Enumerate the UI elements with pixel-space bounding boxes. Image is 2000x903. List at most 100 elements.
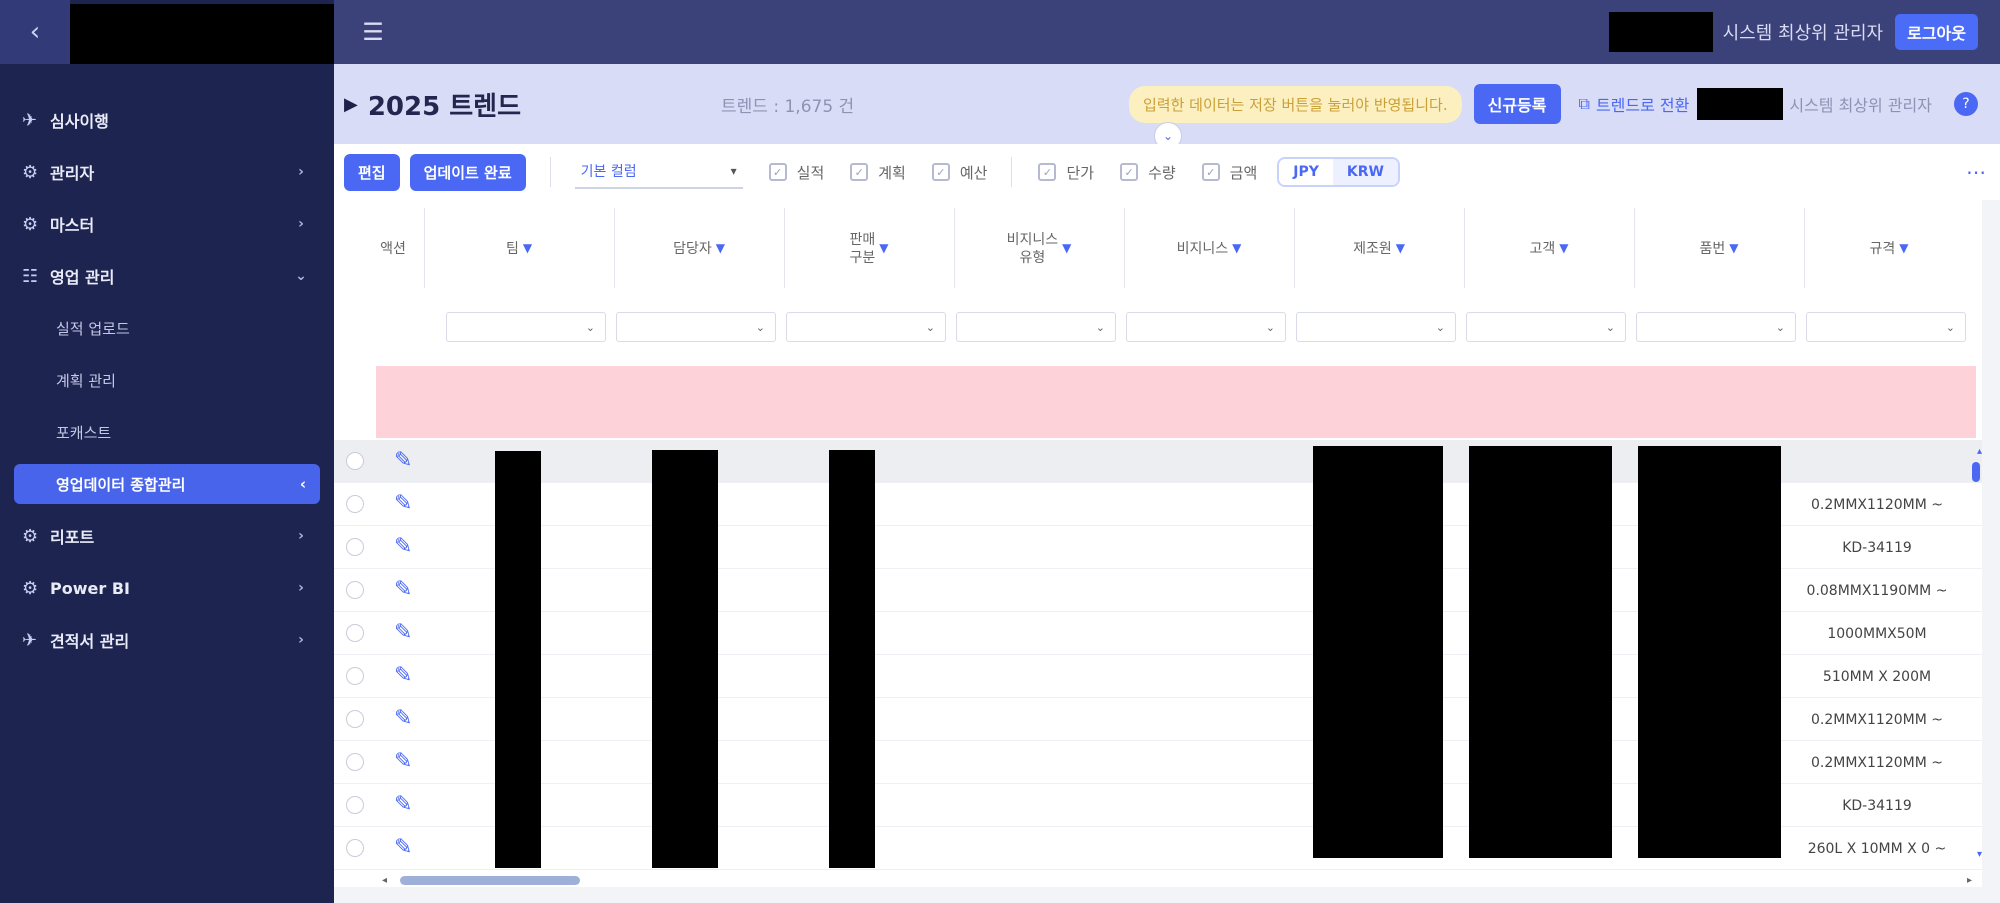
filter-icon[interactable]: ▼ <box>1396 241 1405 257</box>
scroll-down-icon[interactable]: ▾ <box>1977 849 1982 860</box>
checkbox-label: 계획 <box>878 163 906 182</box>
filter-select-business[interactable]: ⌄ <box>1126 312 1286 342</box>
column-header-customer[interactable]: 고객 ▼ <box>1464 200 1634 298</box>
sidebar-nav: ✈ 심사이행 ⚙ 관리자 › ⚙ 마스터 › ☷ 영업 관리 ⌄ 실적 업로드 <box>0 64 334 666</box>
sidebar-item-travel[interactable]: ✈ 심사이행 <box>0 94 334 146</box>
row-select-radio[interactable] <box>346 624 364 642</box>
edit-icon[interactable]: ✎ <box>394 448 412 473</box>
sidebar-item-admin[interactable]: ⚙ 관리자 › <box>0 146 334 198</box>
column-header-action[interactable]: 액션 <box>362 200 424 298</box>
currency-jpy-button[interactable]: JPY <box>1279 159 1333 185</box>
filter-select-spec[interactable]: ⌄ <box>1806 312 1966 342</box>
cell-spec: 0.08MMX1190MM ~ <box>1806 582 1948 599</box>
app-root: ‹ ✈ 심사이행 ⚙ 관리자 › ⚙ 마스터 › ☷ 영업 관리 ⌄ 실적 업로… <box>0 0 2000 903</box>
row-select-radio[interactable] <box>346 452 364 470</box>
check-icon: ✓ <box>1038 163 1057 181</box>
filter-select-customer[interactable]: ⌄ <box>1466 312 1626 342</box>
edit-icon[interactable]: ✎ <box>394 620 412 645</box>
edit-icon[interactable]: ✎ <box>394 706 412 731</box>
switch-view-link[interactable]: ⧉ 트렌드로 전환 <box>1579 92 1690 116</box>
check-icon: ✓ <box>768 163 787 181</box>
new-register-button[interactable]: 신규등록 <box>1473 84 1561 124</box>
help-icon[interactable]: ? <box>1954 92 1978 116</box>
filter-icon[interactable]: ▼ <box>716 241 725 257</box>
sidebar-item-report[interactable]: ⚙ 리포트 › <box>0 510 334 562</box>
menu-icon[interactable]: ☰ <box>348 18 398 46</box>
filter-select-manager[interactable]: ⌄ <box>616 312 776 342</box>
gear-icon: ⚙ <box>22 213 39 235</box>
scrollbar-thumb[interactable] <box>400 876 580 885</box>
vertical-scrollbar[interactable]: ▴ ▾ <box>1970 440 1982 860</box>
edit-button[interactable]: 편집 <box>344 153 400 191</box>
filter-select-sales-type[interactable]: ⌄ <box>786 312 946 342</box>
checkbox-quantity[interactable]: ✓ 수량 <box>1120 162 1176 183</box>
scroll-right-icon[interactable]: ▸ <box>1967 875 1972 886</box>
row-select-radio[interactable] <box>346 495 364 513</box>
row-select-radio[interactable] <box>346 839 364 857</box>
checkbox-unit-price[interactable]: ✓ 단가 <box>1038 162 1094 183</box>
checkbox-actual[interactable]: ✓ 실적 <box>768 162 824 183</box>
column-header-part-no[interactable]: 품번 ▼ <box>1634 200 1804 298</box>
scrollbar-thumb[interactable] <box>1972 462 1980 482</box>
filter-select-team[interactable]: ⌄ <box>446 312 606 342</box>
column-header-manufacturer[interactable]: 제조원 ▼ <box>1294 200 1464 298</box>
column-header-sales-type[interactable]: 판매 구분 ▼ <box>784 200 954 298</box>
checkbox-budget[interactable]: ✓ 예산 <box>931 162 987 183</box>
edit-icon[interactable]: ✎ <box>394 749 412 774</box>
row-select-radio[interactable] <box>346 667 364 685</box>
filter-icon[interactable]: ▼ <box>879 241 888 257</box>
edit-icon[interactable]: ✎ <box>394 534 412 559</box>
sidebar: ‹ ✈ 심사이행 ⚙ 관리자 › ⚙ 마스터 › ☷ 영업 관리 ⌄ 실적 업로… <box>0 0 334 903</box>
filter-icon[interactable]: ▼ <box>1232 241 1241 257</box>
checkbox-plan[interactable]: ✓ 계획 <box>850 162 906 183</box>
sidebar-subitem-upload[interactable]: 실적 업로드 <box>0 302 334 354</box>
sidebar-subitem-label: 계획 관리 <box>56 371 116 390</box>
checkbox-amount[interactable]: ✓ 금액 <box>1201 162 1257 183</box>
column-header-label: 팀 <box>505 240 519 257</box>
filter-icon[interactable]: ▼ <box>1729 241 1738 257</box>
sidebar-item-label: 관리자 <box>50 164 95 183</box>
more-icon[interactable]: ⋯ <box>1966 160 1986 184</box>
scroll-up-icon[interactable]: ▴ <box>1977 446 1982 457</box>
filter-select-manufacturer[interactable]: ⌄ <box>1296 312 1456 342</box>
scroll-left-icon[interactable]: ◂ <box>382 875 387 886</box>
check-icon: ✓ <box>850 163 869 181</box>
column-header-manager[interactable]: 담당자 ▼ <box>614 200 784 298</box>
edit-icon[interactable]: ✎ <box>394 792 412 817</box>
currency-krw-button[interactable]: KRW <box>1332 159 1398 185</box>
sidebar-collapse-button[interactable]: ‹ <box>0 0 70 64</box>
sidebar-item-master[interactable]: ⚙ 마스터 › <box>0 198 334 250</box>
edit-icon[interactable]: ✎ <box>394 663 412 688</box>
horizontal-scrollbar[interactable]: ◂ ▸ <box>334 873 1982 887</box>
logout-button[interactable]: 로그아웃 <box>1895 14 1978 50</box>
update-complete-button[interactable]: 업데이트 완료 <box>409 153 526 191</box>
filter-select-business-type[interactable]: ⌄ <box>956 312 1116 342</box>
edit-icon[interactable]: ✎ <box>394 835 412 860</box>
row-select-radio[interactable] <box>346 538 364 556</box>
row-select-radio[interactable] <box>346 796 364 814</box>
divider <box>424 208 425 288</box>
row-select-radio[interactable] <box>346 710 364 728</box>
filter-icon[interactable]: ▼ <box>523 241 532 257</box>
row-select-radio[interactable] <box>346 581 364 599</box>
edit-icon[interactable]: ✎ <box>394 577 412 602</box>
sidebar-item-powerbi[interactable]: ⚙ Power BI › <box>0 562 334 614</box>
filter-icon[interactable]: ▼ <box>1559 241 1568 257</box>
column-header-team[interactable]: 팀 ▼ <box>444 200 594 298</box>
sidebar-item-quote[interactable]: ✈ 견적서 관리 › <box>0 614 334 666</box>
sidebar-subitem-sales-data[interactable]: 영업데이터 종합관리 ‹ <box>14 464 320 504</box>
sidebar-subitem-plan[interactable]: 계획 관리 <box>0 354 334 406</box>
filter-icon[interactable]: ▼ <box>1062 241 1071 257</box>
column-header-business[interactable]: 비지니스 ▼ <box>1124 200 1294 298</box>
filter-select-part-no[interactable]: ⌄ <box>1636 312 1796 342</box>
column-preset-select[interactable]: 기본 컬럼 ▾ <box>574 155 743 189</box>
sidebar-item-sales[interactable]: ☷ 영업 관리 ⌄ <box>0 250 334 302</box>
checkbox-label: 단가 <box>1066 163 1095 182</box>
filter-icon[interactable]: ▼ <box>1899 241 1908 257</box>
column-header-business-type[interactable]: 비지니스 유형 ▼ <box>954 200 1124 298</box>
edit-icon[interactable]: ✎ <box>394 491 412 516</box>
column-header-spec[interactable]: 규격 ▼ <box>1804 200 1974 298</box>
row-select-radio[interactable] <box>346 753 364 771</box>
grid-filter-row: ⌄ ⌄ ⌄ ⌄ ⌄ ⌄ ⌄ ⌄ ⌄ <box>334 312 1982 348</box>
sidebar-subitem-forecast[interactable]: 포캐스트 <box>0 406 334 458</box>
